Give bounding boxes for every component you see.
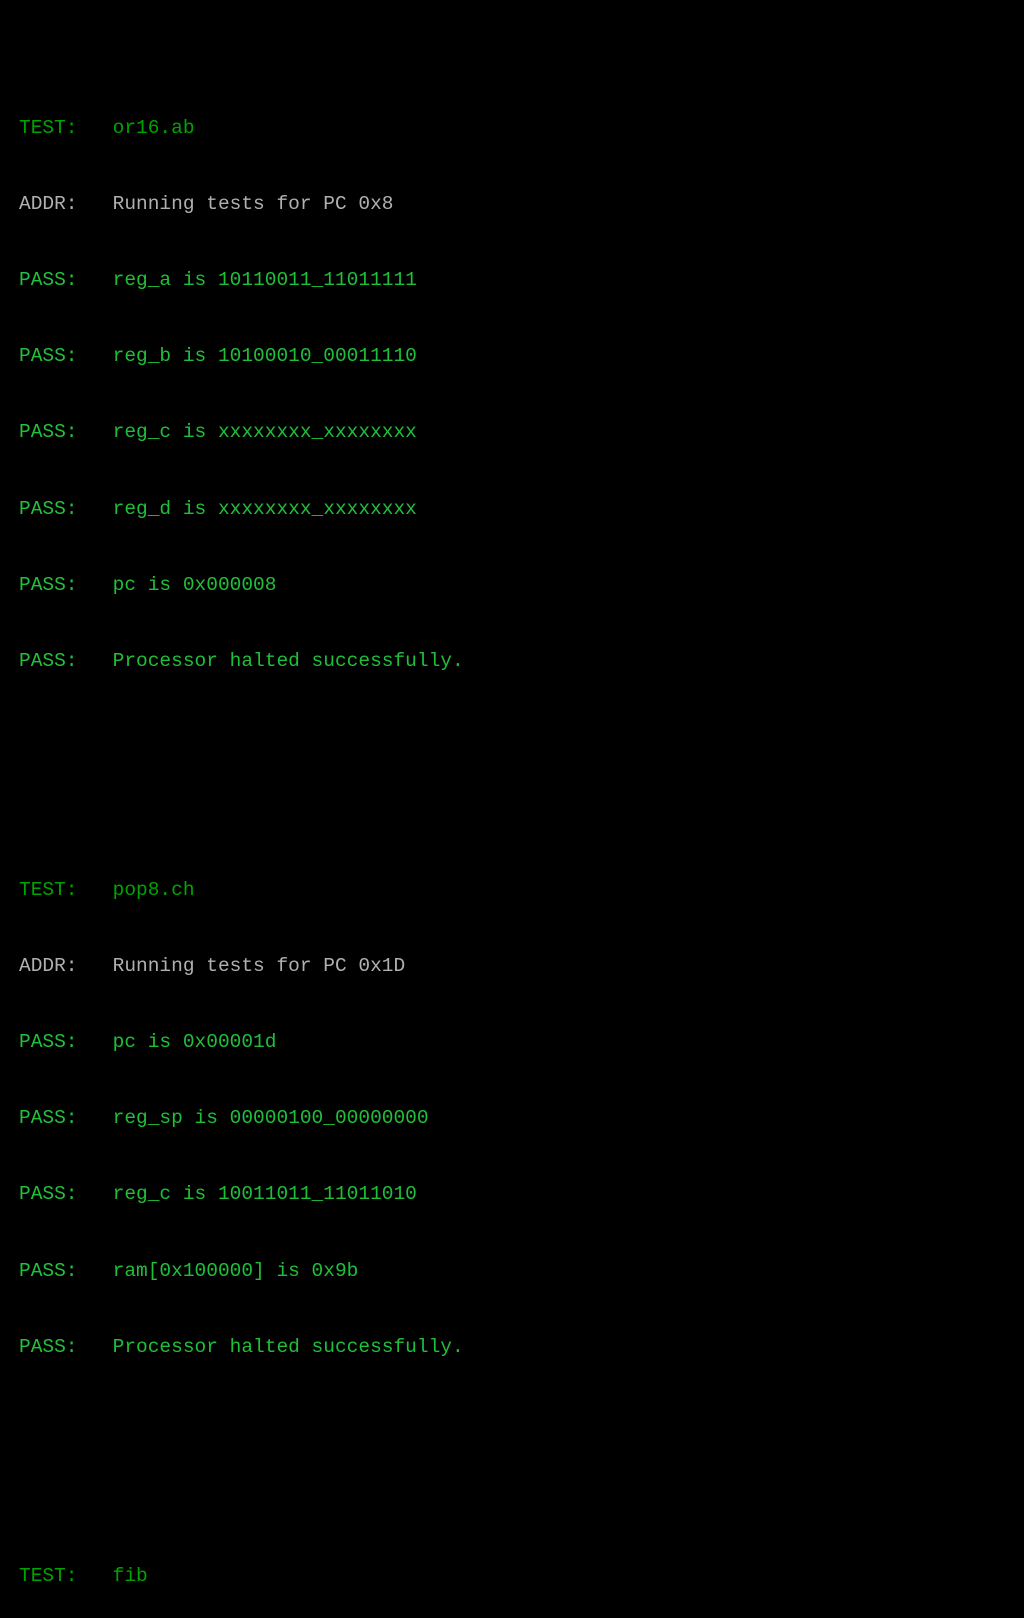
log-gap	[78, 1260, 113, 1282]
log-label: PASS:	[19, 573, 78, 596]
log-value: reg_b is 10100010_00011110	[112, 345, 417, 368]
log-gap	[78, 117, 113, 139]
log-value: ram[0x100000] is 0x9b	[112, 1259, 359, 1282]
log-value: reg_d is xxxxxxxx_xxxxxxxx	[112, 497, 417, 520]
log-gap	[78, 193, 113, 215]
log-line: PASS: reg_d is xxxxxxxx_xxxxxxxx	[19, 497, 838, 522]
log-line: PASS: ram[0x100000] is 0x9b	[19, 1259, 838, 1284]
log-gap	[78, 1031, 113, 1053]
log-gap	[78, 1183, 113, 1205]
log-gap	[78, 1107, 113, 1129]
log-label: ADDR:	[19, 954, 78, 977]
log-line: TEST: or16.ab	[19, 116, 838, 141]
log-label: PASS:	[19, 650, 78, 673]
terminal-output: TEST: or16.ab ADDR: Running tests for PC…	[19, 14, 838, 1618]
log-line: ADDR: Running tests for PC 0x1D	[19, 954, 838, 979]
log-value: pc is 0x000008	[112, 573, 277, 596]
log-line: TEST: fib	[19, 1564, 838, 1589]
log-gap	[78, 498, 113, 520]
log-line: PASS: Processor halted successfully.	[19, 1335, 838, 1360]
log-gap	[78, 955, 113, 977]
log-line: PASS: pc is 0x00001d	[19, 1030, 838, 1055]
log-line: PASS: reg_c is xxxxxxxx_xxxxxxxx	[19, 420, 838, 445]
log-label: PASS:	[19, 345, 78, 368]
log-value: reg_a is 10110011_11011111	[112, 269, 417, 292]
log-value: or16.ab	[112, 116, 195, 139]
log-value: Processor halted successfully.	[112, 1335, 464, 1358]
log-label: TEST:	[19, 116, 78, 139]
log-value: Processor halted successfully.	[112, 650, 464, 673]
log-value: reg_sp is 00000100_00000000	[112, 1107, 429, 1130]
log-line: PASS: reg_a is 10110011_11011111	[19, 268, 838, 293]
log-line: PASS: reg_b is 10100010_00011110	[19, 344, 838, 369]
log-gap	[78, 879, 113, 901]
log-gap	[78, 574, 113, 596]
log-gap	[78, 421, 113, 443]
log-gap	[78, 269, 113, 291]
log-gap	[78, 650, 113, 672]
log-value: Running tests for PC 0x8	[112, 192, 394, 215]
log-label: PASS:	[19, 497, 78, 520]
log-label: PASS:	[19, 1183, 78, 1206]
log-label: PASS:	[19, 1107, 78, 1130]
log-value: fib	[112, 1564, 148, 1587]
log-line: TEST: pop8.ch	[19, 878, 838, 903]
log-gap	[78, 1336, 113, 1358]
terminal-window[interactable]: TEST: or16.ab ADDR: Running tests for PC…	[0, 0, 1024, 1587]
log-value: reg_c is 10011011_11011010	[112, 1183, 417, 1206]
log-label: TEST:	[19, 878, 78, 901]
log-line: PASS: pc is 0x000008	[19, 573, 838, 598]
log-line: ADDR: Running tests for PC 0x8	[19, 192, 838, 217]
log-line: PASS: reg_sp is 00000100_00000000	[19, 1106, 838, 1131]
log-label: ADDR:	[19, 192, 78, 215]
log-label: PASS:	[19, 421, 78, 444]
log-line: PASS: Processor halted successfully.	[19, 649, 838, 674]
log-label: PASS:	[19, 1031, 78, 1054]
log-label: TEST:	[19, 1564, 78, 1587]
log-gap	[78, 345, 113, 367]
log-label: PASS:	[19, 1335, 78, 1358]
log-value: Running tests for PC 0x1D	[112, 954, 406, 977]
log-value: pc is 0x00001d	[112, 1031, 277, 1054]
log-line: PASS: reg_c is 10011011_11011010	[19, 1182, 838, 1207]
log-value: pop8.ch	[112, 878, 195, 901]
log-gap	[78, 1565, 113, 1587]
log-label: PASS:	[19, 269, 78, 292]
log-value: reg_c is xxxxxxxx_xxxxxxxx	[112, 421, 417, 444]
log-label: PASS:	[19, 1259, 78, 1282]
